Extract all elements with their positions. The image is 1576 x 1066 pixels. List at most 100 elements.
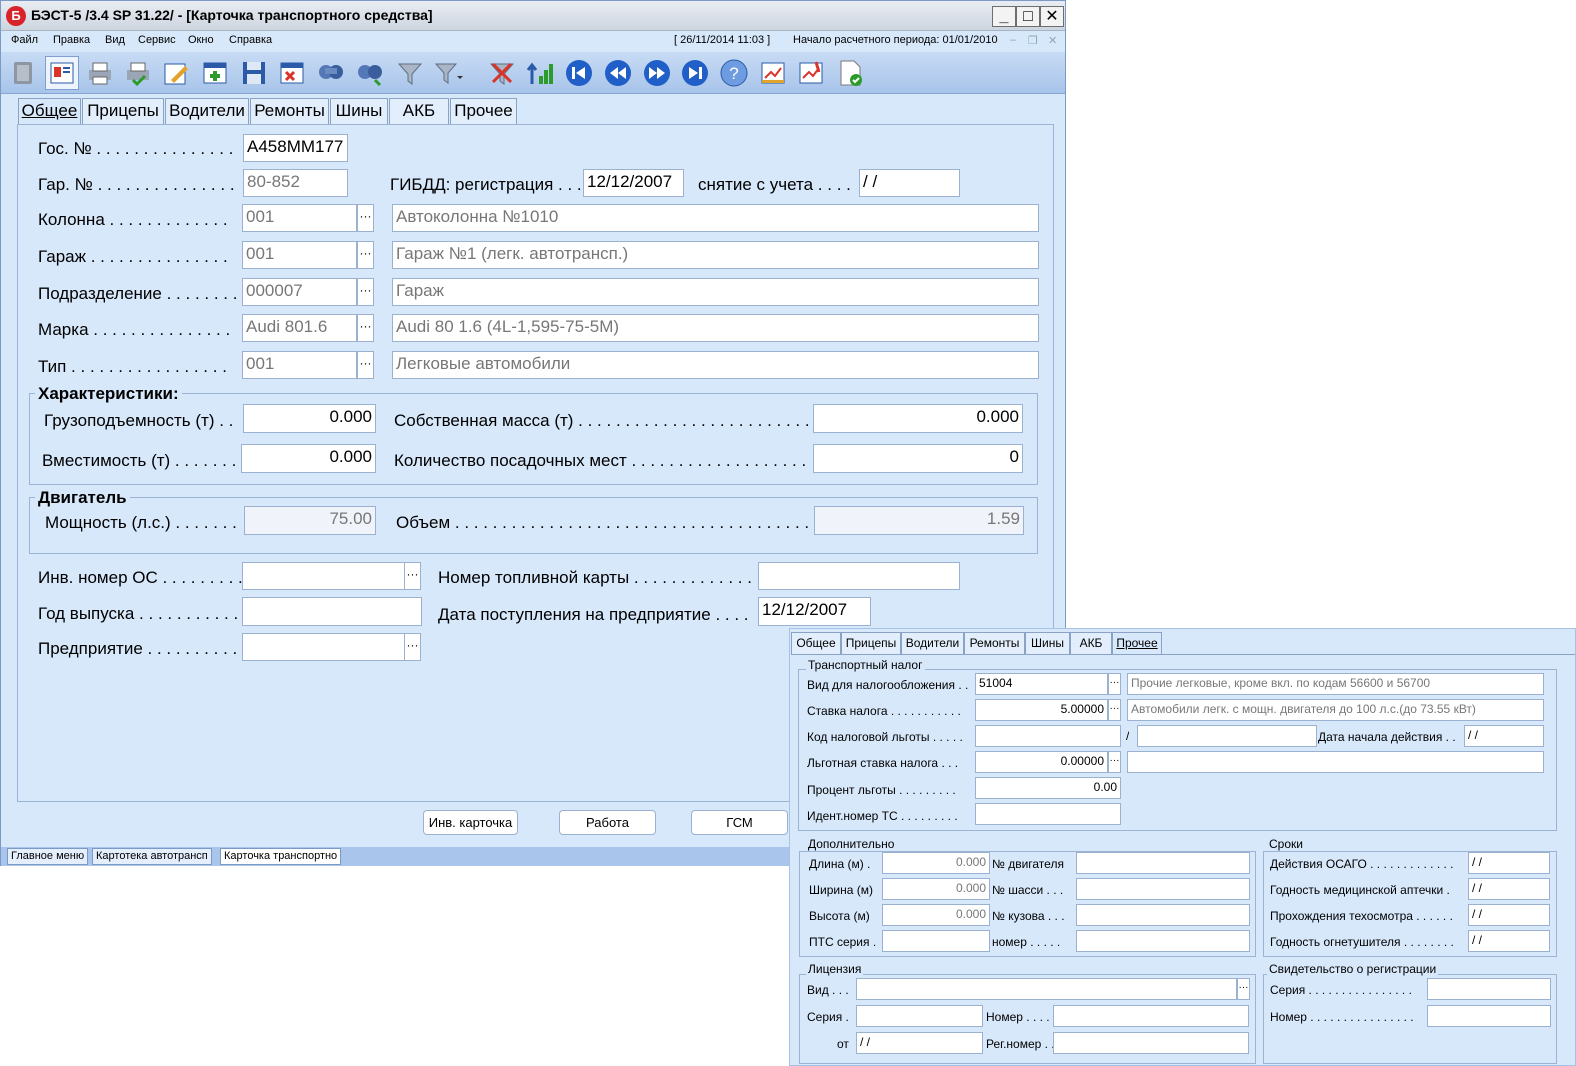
- chassis-field[interactable]: [1076, 878, 1250, 900]
- load-capacity-field[interactable]: 0.000: [243, 404, 376, 433]
- w2-tab-battery[interactable]: АКБ: [1070, 632, 1112, 654]
- print-icon[interactable]: [83, 56, 117, 90]
- osago-field[interactable]: / /: [1468, 852, 1550, 874]
- taskbar-main-menu[interactable]: Главное меню: [7, 848, 89, 865]
- tab-tires[interactable]: Шины: [330, 98, 388, 124]
- deregistration-field[interactable]: / /: [859, 169, 960, 197]
- next-record-icon[interactable]: [640, 56, 674, 90]
- reduced-rate-field[interactable]: 0.00000: [975, 751, 1108, 773]
- inventory-card-button[interactable]: Инв. карточка: [423, 810, 518, 835]
- tab-battery[interactable]: АКБ: [389, 98, 449, 124]
- report-edit-icon[interactable]: [794, 56, 828, 90]
- menu-file[interactable]: Файл: [11, 34, 38, 46]
- last-record-icon[interactable]: [678, 56, 712, 90]
- benefit-start-date-field[interactable]: / /: [1464, 725, 1544, 747]
- tax-rate-field[interactable]: 5.00000: [975, 699, 1108, 721]
- tax-benefit-code-field[interactable]: [975, 725, 1121, 747]
- document-check-icon[interactable]: [833, 56, 867, 90]
- w2-tab-repairs[interactable]: Ремонты: [964, 632, 1025, 654]
- arrival-date-field[interactable]: 12/12/2007: [758, 597, 871, 626]
- search-icon[interactable]: [314, 56, 348, 90]
- column-code-field[interactable]: 001: [242, 204, 357, 232]
- w2-tab-other[interactable]: Прочее: [1112, 632, 1162, 654]
- filter-icon[interactable]: [393, 56, 427, 90]
- tax-kind-lookup-button[interactable]: ···: [1108, 673, 1121, 695]
- pts-number-field[interactable]: [1076, 930, 1250, 952]
- body-number-field[interactable]: [1076, 904, 1250, 926]
- menu-help[interactable]: Справка: [229, 34, 272, 46]
- tab-repairs[interactable]: Ремонты: [250, 98, 329, 124]
- edit-icon[interactable]: [159, 56, 193, 90]
- menu-edit[interactable]: Правка: [53, 34, 90, 46]
- tab-drivers[interactable]: Водители: [165, 98, 249, 124]
- child-close-button[interactable]: ✕: [1048, 34, 1057, 47]
- length-field[interactable]: 0.000: [882, 852, 990, 874]
- search-next-icon[interactable]: [353, 56, 387, 90]
- menu-view[interactable]: Вид: [105, 34, 125, 46]
- taskbar-vehicle-registry[interactable]: Картотека автотрансп: [92, 848, 212, 865]
- license-number-field[interactable]: [1053, 1005, 1249, 1027]
- seats-field[interactable]: 0: [813, 444, 1023, 473]
- brand-lookup-button[interactable]: ···: [357, 314, 374, 342]
- engine-number-field[interactable]: [1076, 852, 1250, 874]
- vin-field[interactable]: [975, 803, 1121, 825]
- first-record-icon[interactable]: [562, 56, 596, 90]
- tax-benefit-code-field-2[interactable]: [1137, 725, 1317, 747]
- maximize-button[interactable]: □: [1016, 6, 1040, 27]
- extinguisher-field[interactable]: / /: [1468, 930, 1550, 952]
- width-field[interactable]: 0.000: [882, 878, 990, 900]
- reduced-rate-lookup-button[interactable]: ···: [1108, 751, 1121, 773]
- vehicle-card-icon[interactable]: [45, 56, 79, 90]
- license-series-field[interactable]: [856, 1005, 983, 1027]
- license-kind-lookup-button[interactable]: ···: [1237, 978, 1250, 1000]
- gibdd-registration-field[interactable]: 12/12/2007: [583, 169, 684, 197]
- column-lookup-button[interactable]: ···: [357, 204, 374, 232]
- w2-tab-trailers[interactable]: Прицепы: [841, 632, 901, 654]
- garage-number-field[interactable]: 80-852: [243, 169, 348, 197]
- type-code-field[interactable]: 001: [242, 351, 357, 379]
- taskbar-vehicle-card[interactable]: Карточка транспортно: [220, 848, 342, 865]
- print-preview-icon[interactable]: [121, 56, 155, 90]
- benefit-percent-field[interactable]: 0.00: [975, 777, 1121, 799]
- minimize-button[interactable]: _: [992, 6, 1016, 27]
- garage-lookup-button[interactable]: ···: [357, 241, 374, 269]
- garage-code-field[interactable]: 001: [242, 241, 357, 269]
- close-button[interactable]: ✕: [1040, 6, 1064, 27]
- child-restore-button[interactable]: ❐: [1028, 34, 1038, 47]
- first-aid-kit-field[interactable]: / /: [1468, 878, 1550, 900]
- work-button[interactable]: Работа: [559, 810, 656, 835]
- menu-service[interactable]: Сервис: [138, 34, 176, 46]
- tab-trailers[interactable]: Прицепы: [82, 98, 164, 124]
- certificate-series-field[interactable]: [1427, 978, 1551, 1000]
- company-field[interactable]: [242, 633, 405, 661]
- w2-tab-general[interactable]: Общее: [791, 632, 841, 654]
- license-kind-field[interactable]: [856, 978, 1237, 1000]
- sort-icon[interactable]: [522, 56, 556, 90]
- menu-window[interactable]: Окно: [188, 34, 214, 46]
- division-lookup-button[interactable]: ···: [357, 278, 374, 306]
- tab-general[interactable]: Общее: [18, 98, 81, 126]
- save-icon[interactable]: [237, 56, 271, 90]
- division-code-field[interactable]: 000007: [242, 278, 357, 306]
- inspection-field[interactable]: / /: [1468, 904, 1550, 926]
- delete-record-icon[interactable]: [275, 56, 309, 90]
- type-lookup-button[interactable]: ···: [357, 351, 374, 379]
- child-minimize-button[interactable]: –: [1010, 34, 1016, 46]
- year-field[interactable]: [242, 597, 422, 626]
- help-icon[interactable]: ?: [717, 56, 751, 90]
- tab-other[interactable]: Прочее: [450, 98, 517, 124]
- exit-icon[interactable]: [6, 56, 40, 90]
- gos-number-field[interactable]: А458ММ177: [243, 134, 348, 162]
- report-icon[interactable]: [756, 56, 790, 90]
- license-from-field[interactable]: / /: [856, 1032, 983, 1054]
- previous-record-icon[interactable]: [601, 56, 635, 90]
- inventory-lookup-button[interactable]: ···: [404, 562, 421, 590]
- capacity-field[interactable]: 0.000: [241, 444, 376, 473]
- w2-tab-tires[interactable]: Шины: [1025, 632, 1070, 654]
- add-record-icon[interactable]: [198, 56, 232, 90]
- brand-code-field[interactable]: Audi 801.6: [242, 314, 357, 342]
- clear-filter-icon[interactable]: [485, 56, 519, 90]
- own-mass-field[interactable]: 0.000: [813, 404, 1023, 433]
- certificate-number-field[interactable]: [1427, 1005, 1551, 1027]
- fuel-button[interactable]: ГСМ: [691, 810, 788, 835]
